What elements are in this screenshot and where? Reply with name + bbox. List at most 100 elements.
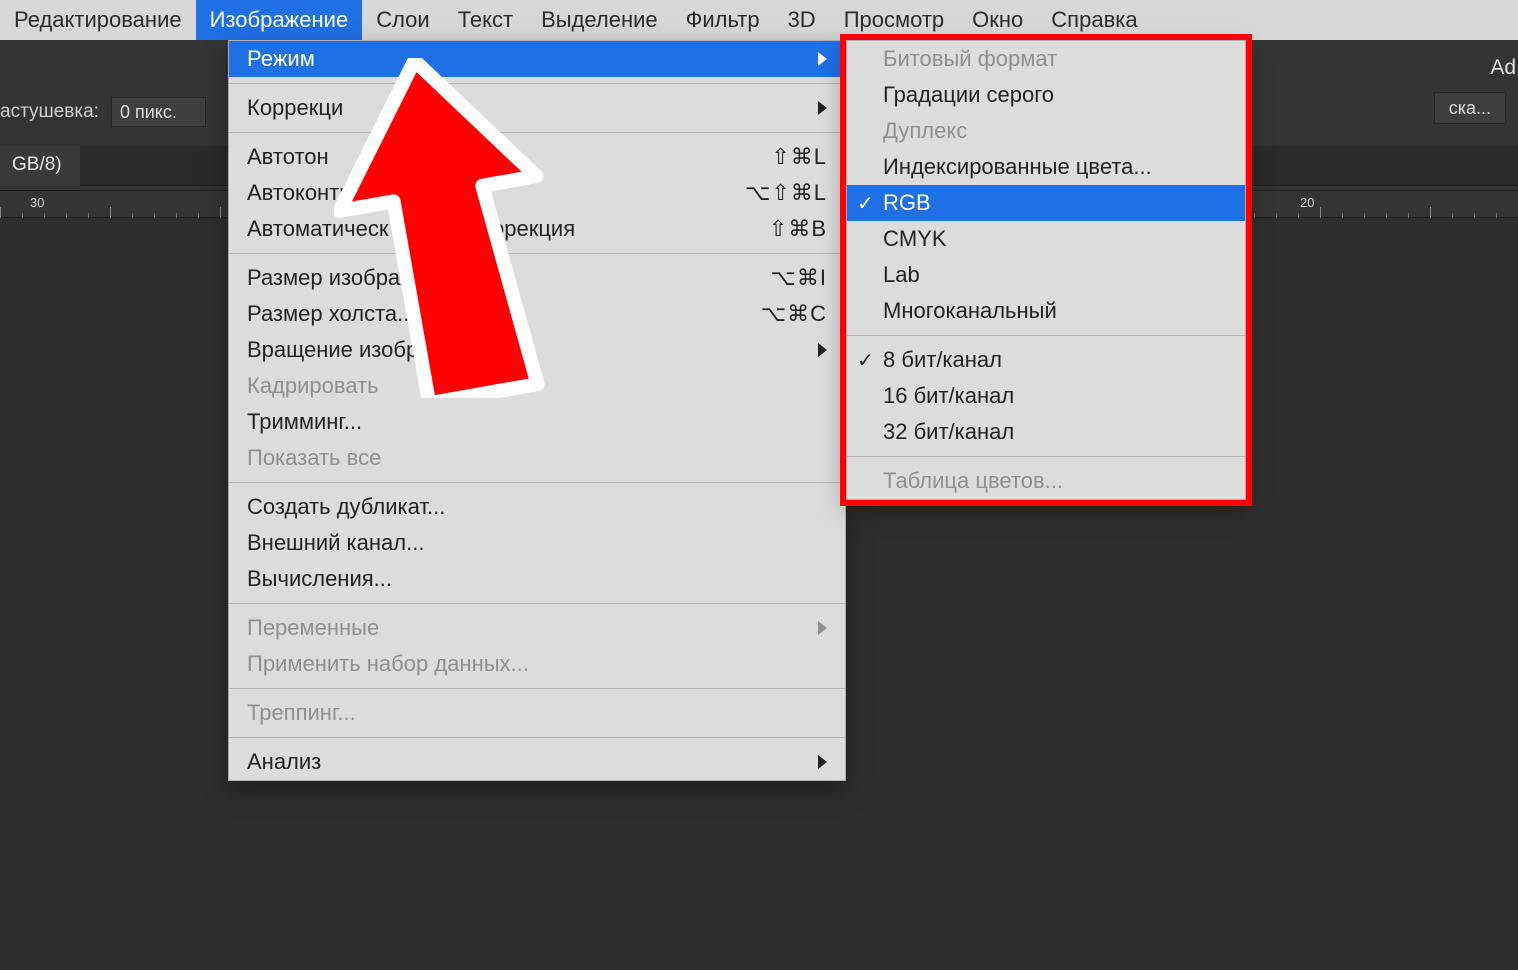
- menu-item[interactable]: Коррекци: [229, 90, 845, 126]
- menu-item[interactable]: 32 бит/канал: [847, 414, 1245, 450]
- menu-item-label: Автотон: [247, 144, 731, 170]
- menu-item[interactable]: ✓ 8 бит/канал: [847, 342, 1245, 378]
- menu-item[interactable]: Автоконтр ⌥⇧⌘L: [229, 175, 845, 211]
- menu-item: Таблица цветов...: [847, 463, 1245, 499]
- menu-item-label: Переменные: [247, 615, 788, 641]
- feather-label: астушевка:: [0, 101, 105, 123]
- menu-item-label: 8 бит/канал: [883, 347, 1227, 373]
- menu-item-label: Вычисления...: [247, 566, 827, 592]
- options-bar: астушевка: 0 пикс.: [0, 92, 206, 132]
- menu-separator: [229, 737, 845, 738]
- image-menu-panel: РежимКоррекциАвтотон⇧⌘LАвтоконтр⌥⇧⌘LАвто…: [228, 40, 846, 781]
- menu-item[interactable]: Вращение изображения: [229, 332, 845, 368]
- menu-item-label: Внешний канал...: [247, 530, 827, 556]
- menu-слои[interactable]: Слои: [362, 0, 444, 40]
- menu-item[interactable]: Анализ: [229, 744, 845, 780]
- menu-separator: [847, 335, 1245, 336]
- menu-separator: [229, 482, 845, 483]
- menu-item-label: Режим: [247, 46, 788, 72]
- menu-item[interactable]: CMYK: [847, 221, 1245, 257]
- menu-item-label: Коррекци: [247, 95, 788, 121]
- menu-item[interactable]: Тримминг...: [229, 404, 845, 440]
- menu-item: Битовый формат: [847, 41, 1245, 77]
- menu-item: Кадрировать: [229, 368, 845, 404]
- submenu-arrow-icon: [818, 621, 827, 635]
- menu-item[interactable]: Индексированные цвета...: [847, 149, 1245, 185]
- main-menubar: РедактированиеИзображениеСлоиТекстВыделе…: [0, 0, 1518, 40]
- menu-separator: [229, 253, 845, 254]
- submenu-arrow-icon: [818, 52, 827, 66]
- menu-shortcut: ⌥⇧⌘L: [745, 180, 827, 206]
- menu-окно[interactable]: Окно: [958, 0, 1037, 40]
- menu-shortcut: ⇧⌘B: [769, 216, 827, 242]
- menu-item[interactable]: Размер холста... ⌥⌘C: [229, 296, 845, 332]
- menu-item-label: Размер изображ ...: [247, 265, 731, 291]
- menu-item: Переменные: [229, 610, 845, 646]
- menu-текст[interactable]: Текст: [444, 0, 527, 40]
- menu-item[interactable]: 16 бит/канал: [847, 378, 1245, 414]
- menu-item-label: Размер холста...: [247, 301, 721, 327]
- menu-separator: [229, 132, 845, 133]
- menu-выделение[interactable]: Выделение: [527, 0, 672, 40]
- menu-item-label: Многоканальный: [883, 298, 1227, 324]
- menu-item[interactable]: Размер изображ ... ⌥⌘I: [229, 260, 845, 296]
- menu-item: Треппинг...: [229, 695, 845, 731]
- menu-item[interactable]: Автоматическ етовая коррекция⇧⌘B: [229, 211, 845, 247]
- menu-item-label: Анализ: [247, 749, 788, 775]
- menu-item-label: RGB: [883, 190, 1227, 216]
- menu-item[interactable]: Автотон ⇧⌘L: [229, 139, 845, 175]
- menu-item-label: Треппинг...: [247, 700, 827, 726]
- menu-item[interactable]: Вычисления...: [229, 561, 845, 597]
- menu-3d[interactable]: 3D: [774, 0, 830, 40]
- menu-item-label: Тримминг...: [247, 409, 827, 435]
- menu-item-label: Lab: [883, 262, 1227, 288]
- menu-shortcut: ⌥⌘C: [761, 301, 827, 327]
- menu-item-label: Дуплекс: [883, 118, 1227, 144]
- submenu-arrow-icon: [818, 101, 827, 115]
- menu-item-label: Кадрировать: [247, 373, 827, 399]
- menu-изображение[interactable]: Изображение: [196, 0, 363, 40]
- menu-редактирование[interactable]: Редактирование: [0, 0, 196, 40]
- menu-просмотр[interactable]: Просмотр: [830, 0, 958, 40]
- menu-item-label: 32 бит/канал: [883, 419, 1227, 445]
- submenu-arrow-icon: [818, 343, 827, 357]
- menu-separator: [847, 456, 1245, 457]
- checkmark-icon: ✓: [857, 191, 874, 216]
- submenu-arrow-icon: [818, 755, 827, 769]
- menu-item-label: Показать все: [247, 445, 827, 471]
- menu-item: Дуплекс: [847, 113, 1245, 149]
- right-toolbar-button[interactable]: ска...: [1434, 92, 1506, 124]
- menu-item-label: Автоконтр: [247, 180, 705, 206]
- menu-item-label: Индексированные цвета...: [883, 154, 1227, 180]
- menu-справка[interactable]: Справка: [1037, 0, 1151, 40]
- mode-submenu-panel: Битовый формат Градации серого Дуплекс Инде…: [846, 40, 1246, 500]
- menu-фильтр[interactable]: Фильтр: [672, 0, 774, 40]
- menu-item[interactable]: Многоканальный: [847, 293, 1245, 329]
- menu-item-label: CMYK: [883, 226, 1227, 252]
- menu-item-label: Применить набор данных...: [247, 651, 827, 677]
- document-tab[interactable]: GB/8): [0, 146, 80, 186]
- menu-item-label: 16 бит/канал: [883, 383, 1227, 409]
- menu-item[interactable]: ✓ RGB: [847, 185, 1245, 221]
- menu-item-label: Вращение изображения: [247, 337, 788, 363]
- feather-value-field[interactable]: 0 пикс.: [111, 97, 206, 127]
- menu-item-label: Битовый формат: [883, 46, 1227, 72]
- menu-separator: [229, 83, 845, 84]
- menu-item[interactable]: Создать дубликат...: [229, 489, 845, 525]
- menu-separator: [229, 688, 845, 689]
- menu-shortcut: ⇧⌘L: [771, 144, 827, 170]
- menu-item[interactable]: Внешний канал...: [229, 525, 845, 561]
- menu-item[interactable]: Градации серого: [847, 77, 1245, 113]
- menu-item: Применить набор данных...: [229, 646, 845, 682]
- menu-item[interactable]: Режим: [229, 41, 845, 77]
- menu-item: Показать все: [229, 440, 845, 476]
- menu-item-label: Градации серого: [883, 82, 1227, 108]
- ruler-tick-label: 20: [1300, 195, 1314, 210]
- menu-item-label: Таблица цветов...: [883, 468, 1227, 494]
- right-partially-visible-label: Ad: [1490, 56, 1516, 80]
- checkmark-icon: ✓: [857, 348, 874, 373]
- menu-item[interactable]: Lab: [847, 257, 1245, 293]
- ruler-tick-label: 30: [30, 195, 44, 210]
- menu-shortcut: ⌥⌘I: [771, 265, 827, 291]
- menu-item-label: Создать дубликат...: [247, 494, 827, 520]
